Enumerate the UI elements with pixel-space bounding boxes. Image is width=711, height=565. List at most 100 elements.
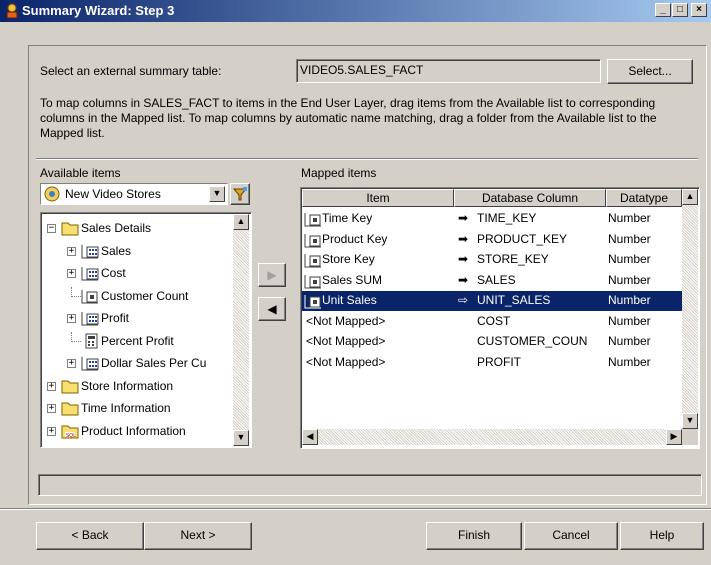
cell-datatype: Number bbox=[608, 293, 651, 307]
filter-button[interactable] bbox=[230, 183, 250, 205]
item-class-icon bbox=[81, 267, 99, 281]
divider bbox=[36, 158, 698, 160]
cell-item: Product Key bbox=[322, 231, 388, 246]
item-icon bbox=[304, 295, 321, 309]
collapse-icon[interactable]: − bbox=[47, 224, 56, 233]
table-row[interactable]: <Not Mapped> CUSTOMER_COUN Number bbox=[302, 332, 682, 352]
table-row[interactable]: <Not Mapped> COST Number bbox=[302, 312, 682, 332]
tree-item[interactable]: + Time Information bbox=[41, 399, 231, 419]
calc-item-icon bbox=[85, 333, 98, 348]
tree-item[interactable]: + Sales bbox=[41, 242, 231, 262]
chevron-down-icon[interactable]: ▼ bbox=[209, 186, 225, 202]
grid-header: Item Database Column Datatype bbox=[302, 189, 682, 207]
select-button[interactable]: Select... bbox=[607, 59, 693, 84]
tree-item-label: Profit bbox=[101, 311, 130, 325]
business-area-dropdown[interactable]: New Video Stores ▼ bbox=[40, 183, 228, 205]
cancel-button[interactable]: Cancel bbox=[524, 522, 618, 550]
tree-item[interactable]: + Profit bbox=[41, 309, 231, 329]
item-class-icon bbox=[81, 244, 99, 258]
expand-icon[interactable]: + bbox=[67, 359, 76, 368]
item-icon bbox=[304, 213, 321, 227]
tree-item[interactable]: − Sales Details bbox=[41, 219, 231, 239]
help-button-label: Help bbox=[649, 528, 675, 542]
cell-database-column: PROFIT bbox=[477, 354, 521, 369]
cell-database-column: UNIT_SALES bbox=[477, 293, 551, 307]
mapped-items-grid[interactable]: Item Database Column Datatype Time Key ➡ T… bbox=[300, 187, 700, 449]
item-class-icon bbox=[81, 357, 99, 371]
cell-datatype: Number bbox=[608, 231, 651, 246]
scroll-left-icon[interactable]: ◀ bbox=[302, 429, 318, 445]
tree-item-label: Sales bbox=[101, 243, 132, 258]
help-button[interactable]: Help bbox=[620, 522, 704, 550]
scroll-down-icon[interactable]: ▼ bbox=[682, 413, 698, 429]
table-row[interactable]: Unit Sales ⇨ UNIT_SALES Number bbox=[302, 291, 682, 311]
expand-icon[interactable]: + bbox=[67, 314, 76, 323]
back-button[interactable]: < Back bbox=[36, 522, 144, 550]
tree-item[interactable]: + SQL Product Information bbox=[41, 422, 231, 442]
table-row[interactable]: Product Key ➡ PRODUCT_KEY Number bbox=[302, 230, 682, 250]
mapping-arrow-icon: ➡ bbox=[458, 272, 469, 287]
available-items-tree[interactable]: − Sales Details + Sales + Cost Customer Count +… bbox=[40, 212, 252, 448]
tree-item-label: Sales Details bbox=[81, 221, 152, 235]
mapping-arrow-icon: ➡ bbox=[458, 252, 469, 266]
close-button[interactable]: × bbox=[691, 3, 707, 17]
expand-icon[interactable]: + bbox=[67, 269, 76, 278]
cell-item: Sales SUM bbox=[322, 272, 383, 287]
tree-scrollbar[interactable]: ▲ ▼ bbox=[233, 214, 249, 446]
table-row[interactable]: Time Key ➡ TIME_KEY Number bbox=[302, 209, 682, 229]
folder-icon bbox=[61, 402, 79, 416]
tree-item-label: Customer Count bbox=[101, 288, 189, 303]
business-area-value: New Video Stores bbox=[65, 187, 161, 201]
add-item-button[interactable]: ▶ bbox=[258, 263, 286, 287]
cell-datatype: Number bbox=[608, 313, 651, 328]
minimize-button[interactable]: _ bbox=[655, 3, 671, 17]
table-row[interactable]: Store Key ➡ STORE_KEY Number bbox=[302, 250, 682, 270]
next-button[interactable]: Next > bbox=[144, 522, 252, 550]
folder-icon bbox=[61, 222, 79, 236]
cell-item: Time Key bbox=[322, 211, 373, 225]
cell-database-column: SALES bbox=[477, 272, 516, 287]
tree-item[interactable]: + Cost bbox=[41, 264, 231, 284]
maximize-button[interactable]: □ bbox=[672, 3, 688, 17]
scroll-up-icon[interactable]: ▲ bbox=[682, 189, 698, 205]
title-bar[interactable]: Summary Wizard: Step 3 _ □ × bbox=[0, 0, 711, 22]
tree-item[interactable]: Customer Count bbox=[41, 286, 231, 307]
tree-item[interactable]: + Dollar Sales Per Cu bbox=[41, 354, 231, 374]
add-arrow-icon: ▶ bbox=[267, 268, 277, 282]
remove-item-button[interactable]: ◀ bbox=[258, 297, 286, 321]
expand-icon[interactable]: + bbox=[47, 404, 56, 413]
column-header-datatype[interactable]: Datatype bbox=[606, 189, 682, 207]
expand-icon[interactable]: + bbox=[67, 246, 76, 256]
footer-divider bbox=[0, 508, 711, 510]
grid-vertical-scrollbar[interactable]: ▲ ▼ bbox=[682, 189, 698, 429]
expand-icon[interactable]: + bbox=[47, 426, 56, 436]
cell-database-column: COST bbox=[477, 313, 511, 328]
cell-datatype: Number bbox=[608, 252, 651, 266]
svg-text:SQL: SQL bbox=[66, 433, 76, 439]
scroll-down-icon[interactable]: ▼ bbox=[233, 430, 249, 446]
status-bar bbox=[38, 474, 702, 496]
scroll-right-icon[interactable]: ▶ bbox=[666, 429, 682, 445]
tree-item[interactable]: + Store Information bbox=[41, 377, 231, 397]
table-row[interactable]: Sales SUM ➡ SALES Number bbox=[302, 271, 682, 291]
column-header-item[interactable]: Item bbox=[302, 189, 454, 207]
scroll-up-icon[interactable]: ▲ bbox=[233, 214, 249, 230]
tree-item[interactable]: Percent Profit bbox=[41, 331, 231, 352]
cell-item: <Not Mapped> bbox=[306, 313, 386, 328]
tree-connector bbox=[71, 286, 81, 297]
remove-arrow-icon: ◀ bbox=[267, 302, 277, 316]
tree-item-label: Cost bbox=[101, 266, 126, 280]
column-header-database-column[interactable]: Database Column bbox=[454, 189, 606, 207]
item-icon bbox=[81, 289, 98, 303]
cell-database-column: STORE_KEY bbox=[477, 252, 549, 266]
cell-item: <Not Mapped> bbox=[306, 354, 386, 369]
cell-database-column: PRODUCT_KEY bbox=[477, 231, 568, 246]
table-row[interactable]: <Not Mapped> PROFIT Number bbox=[302, 353, 682, 373]
finish-button[interactable]: Finish bbox=[426, 522, 522, 550]
sql-folder-icon: SQL bbox=[61, 425, 79, 439]
filter-icon bbox=[232, 187, 248, 201]
expand-icon[interactable]: + bbox=[47, 381, 56, 391]
grid-horizontal-scrollbar[interactable]: ◀ ▶ bbox=[302, 429, 682, 445]
summary-table-field[interactable]: VIDEO5.SALES_FACT bbox=[296, 59, 601, 83]
summary-table-label: Select an external summary table: bbox=[40, 64, 222, 78]
